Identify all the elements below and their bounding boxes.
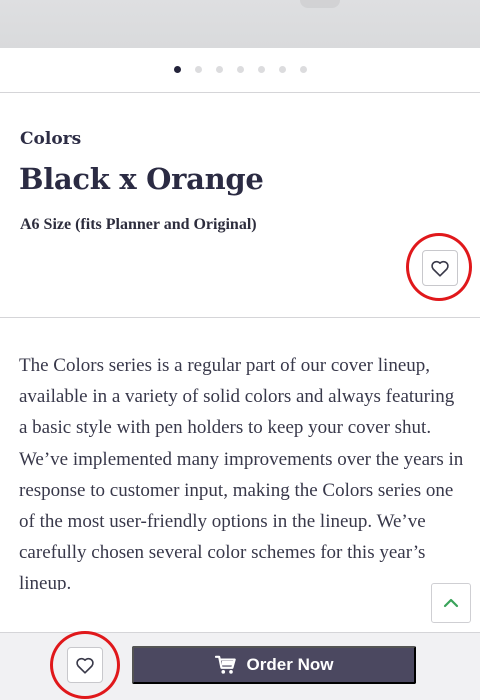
- gallery-pagination: [0, 66, 480, 73]
- order-now-button[interactable]: Order Now: [132, 646, 416, 684]
- chevron-up-icon: [443, 598, 459, 608]
- gallery-dot-4[interactable]: [236, 66, 244, 73]
- product-title: Black x Orange: [19, 162, 264, 196]
- section-divider: [0, 317, 480, 318]
- section-divider: [0, 92, 480, 93]
- heart-outline-icon: [76, 657, 94, 674]
- product-description: The Colors series is a regular part of o…: [19, 355, 464, 590]
- favorite-button-bottom[interactable]: [67, 647, 103, 683]
- gallery-dot-6[interactable]: [278, 66, 286, 73]
- gallery-dot-5[interactable]: [257, 66, 265, 73]
- gallery-dot-7[interactable]: [299, 66, 307, 73]
- order-now-label: Order Now: [246, 655, 334, 674]
- heart-outline-icon: [431, 260, 449, 277]
- series-label: Colors: [20, 129, 82, 149]
- size-note: A6 Size (fits Planner and Original): [20, 216, 257, 233]
- scroll-to-top-button[interactable]: [431, 583, 471, 623]
- gallery-dot-1[interactable]: [173, 66, 181, 73]
- cart-icon: [214, 655, 236, 674]
- product-image-highlight: [300, 0, 340, 8]
- gallery-dot-2[interactable]: [194, 66, 202, 73]
- product-image[interactable]: [0, 0, 480, 48]
- gallery-dot-3[interactable]: [215, 66, 223, 73]
- favorite-button[interactable]: [422, 250, 458, 286]
